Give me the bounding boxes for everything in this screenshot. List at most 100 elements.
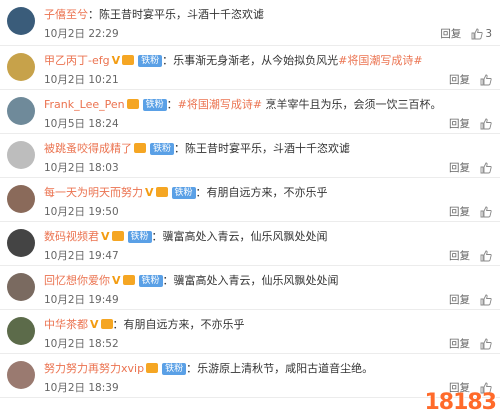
comment-date: 10月2日 18:52 (44, 338, 119, 350)
like-button[interactable] (480, 206, 492, 218)
colon-separator: ： (151, 230, 163, 243)
like-button[interactable] (480, 162, 492, 174)
like-button[interactable] (480, 338, 492, 350)
colon-separator: ： (195, 186, 207, 199)
comment-date: 10月2日 10:21 (44, 74, 119, 86)
member-crown-icon (111, 231, 124, 241)
colon-separator: ： (174, 142, 186, 155)
like-button[interactable] (480, 74, 492, 86)
like-button[interactable]: 3 (471, 27, 492, 41)
reply-button[interactable]: 回复 (449, 205, 470, 219)
topic-link[interactable]: #将国潮写成诗# (178, 98, 262, 111)
reply-button[interactable]: 回复 (449, 117, 470, 131)
comment-date: 10月2日 19:47 (44, 250, 119, 262)
comment-text: 骥富高处入青云，仙乐风飘处处闻 (162, 230, 328, 243)
thumbs-up-icon (480, 250, 492, 262)
verified-v-icon: V (111, 54, 121, 67)
username-link[interactable]: 子僖至兮 (44, 8, 88, 21)
fan-badge: 铁粉 (162, 363, 187, 375)
member-crown-icon (155, 187, 168, 197)
reply-button[interactable]: 回复 (449, 337, 470, 351)
username-link[interactable]: Frank_Lee_Pen (44, 98, 125, 111)
comment-text-after: 烹羊宰牛且为乐，会须一饮三百杯。 (262, 98, 442, 111)
like-count: 3 (485, 28, 492, 40)
comment-body: 回忆想你爱你 V 铁粉 ：骥富高处入青云，仙乐风飘处处闻 (44, 273, 496, 289)
comment-text: 有朋自远方来，不亦乐乎 (123, 318, 245, 331)
verified-v-icon: V (101, 230, 110, 243)
reply-button[interactable]: 回复 (449, 73, 470, 87)
comment-row: 回忆想你爱你 V 铁粉 ：骥富高处入青云，仙乐风飘处处闻 10月2日 19:49 回复 (0, 266, 500, 310)
avatar[interactable] (7, 361, 35, 389)
thumbs-up-icon (480, 206, 492, 218)
comment-actions: 回复 (449, 161, 492, 175)
colon-separator: ： (166, 98, 178, 111)
colon-separator: ： (112, 318, 124, 331)
avatar[interactable] (7, 141, 35, 169)
comment-date: 10月2日 18:03 (44, 162, 119, 174)
comment-row: 每一天为明天而努力 V 铁粉 ：有朋自远方来，不亦乐乎 10月2日 19:50 回复 (0, 178, 500, 222)
thumbs-up-icon (471, 28, 483, 40)
comment-row: 子僖至兮：陈王昔时宴平乐，斗酒十千恣欢谑 10月2日 22:29 回复 3 (0, 0, 500, 46)
member-crown-icon (100, 319, 113, 329)
username-link[interactable]: 被跳蚤咬得成精了 (44, 142, 132, 155)
avatar[interactable] (7, 53, 35, 81)
comment-body: 数码视频君 V 铁粉 ：骥富高处入青云，仙乐风飘处处闻 (44, 229, 496, 245)
username-link[interactable]: 回忆想你爱你 (44, 274, 110, 287)
like-button[interactable] (480, 250, 492, 262)
avatar[interactable] (7, 273, 35, 301)
thumbs-up-icon (480, 162, 492, 174)
verified-v-icon: V (90, 318, 99, 331)
comment-text: 陈王昔时宴平乐，斗酒十千恣欢谑 (185, 142, 351, 155)
avatar[interactable] (7, 97, 35, 125)
reply-button[interactable]: 回复 (440, 27, 461, 41)
member-crown-icon (122, 275, 135, 285)
thumbs-up-icon (480, 74, 492, 86)
comment-body: 中华茶都 V ：有朋自远方来，不亦乐乎 (44, 317, 496, 333)
avatar[interactable] (7, 229, 35, 257)
member-crown-icon (134, 143, 146, 153)
username-link[interactable]: 每一天为明天而努力 (44, 186, 143, 199)
comment-body: 甲乙丙丁-efg V 铁粉 ：乐事渐无身渐老，从今始拟负风光#将国潮写成诗# (44, 53, 496, 69)
fan-badge: 铁粉 (150, 143, 175, 155)
avatar[interactable] (7, 317, 35, 345)
fan-badge: 铁粉 (142, 99, 167, 111)
avatar[interactable] (7, 7, 35, 35)
comment-text: 陈王昔时宴平乐，斗酒十千恣欢谑 (99, 8, 264, 21)
fan-badge: 铁粉 (138, 275, 163, 287)
comment-date: 10月2日 19:50 (44, 206, 119, 218)
comment-actions: 回复 (449, 337, 492, 351)
username-link[interactable]: 中华茶都 (44, 318, 88, 331)
comment-date: 10月2日 18:39 (44, 382, 119, 394)
fan-badge: 铁粉 (127, 231, 152, 243)
comment-date: 10月2日 19:49 (44, 294, 119, 306)
fan-badge: 铁粉 (171, 187, 196, 199)
comment-actions: 回复 (449, 73, 492, 87)
reply-button[interactable]: 回复 (449, 249, 470, 263)
comment-body: Frank_Lee_Pen 铁粉 ：#将国潮写成诗# 烹羊宰牛且为乐，会须一饮三百杯… (44, 97, 496, 113)
like-button[interactable] (480, 118, 492, 130)
comment-row: 中华茶都 V ：有朋自远方来，不亦乐乎 10月2日 18:52 回复 (0, 310, 500, 354)
comment-body: 每一天为明天而努力 V 铁粉 ：有朋自远方来，不亦乐乎 (44, 185, 496, 201)
username-link[interactable]: 努力努力再努力xvip (44, 362, 144, 375)
like-button[interactable] (480, 294, 492, 306)
comment-text: 乐游原上清秋节，咸阳古道音尘绝。 (197, 362, 374, 375)
comment-row: 甲乙丙丁-efg V 铁粉 ：乐事渐无身渐老，从今始拟负风光#将国潮写成诗# 10月2日… (0, 46, 500, 90)
member-crown-icon (146, 363, 159, 373)
username-link[interactable]: 数码视频君 (44, 230, 99, 243)
thumbs-up-icon (480, 118, 492, 130)
reply-button[interactable]: 回复 (449, 293, 470, 307)
verified-v-icon: V (112, 274, 121, 287)
member-crown-icon (126, 99, 139, 109)
thumbs-up-icon (480, 338, 492, 350)
verified-v-icon: V (145, 186, 154, 199)
comment-date: 10月2日 22:29 (44, 28, 119, 40)
reply-button[interactable]: 回复 (449, 161, 470, 175)
comment-row: 数码视频君 V 铁粉 ：骥富高处入青云，仙乐风飘处处闻 10月2日 19:47 回复 (0, 222, 500, 266)
username-link[interactable]: 甲乙丙丁-efg (44, 54, 110, 67)
comment-row: Frank_Lee_Pen 铁粉 ：#将国潮写成诗# 烹羊宰牛且为乐，会须一饮三百杯… (0, 90, 500, 134)
topic-link[interactable]: #将国潮写成诗# (338, 54, 422, 67)
comment-body: 努力努力再努力xvip 铁粉 ：乐游原上清秋节，咸阳古道音尘绝。 (44, 361, 496, 377)
avatar[interactable] (7, 185, 35, 213)
comment-actions: 回复 3 (440, 27, 492, 41)
comment-text: 乐事渐无身渐老，从今始拟负风光 (173, 54, 339, 67)
